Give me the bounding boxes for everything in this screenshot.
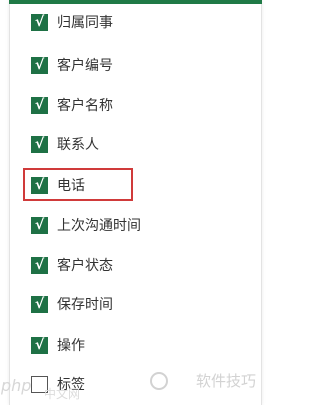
menu-item-label: 操作 <box>57 338 85 354</box>
menu-item-last-contact-time[interactable]: √ 上次沟通时间 <box>31 215 141 235</box>
menu-item-label: 上次沟通时间 <box>57 218 141 234</box>
menu-item-label: 客户状态 <box>57 258 113 274</box>
checkbox-checked-icon[interactable]: √ <box>31 336 48 354</box>
watermark-php-logo: php <box>1 376 32 395</box>
menu-item-owner[interactable]: √ 归属同事 <box>31 12 113 32</box>
checkbox-checked-icon[interactable]: √ <box>31 13 48 31</box>
menu-item-customer-status[interactable]: √ 客户状态 <box>31 255 113 275</box>
menu-item-label: 客户名称 <box>57 98 113 114</box>
menu-item-label: 保存时间 <box>57 297 113 313</box>
watermark-brand-text: 软件技巧 <box>196 372 257 390</box>
menu-top-accent-bar <box>9 0 262 4</box>
checkbox-checked-icon[interactable]: √ <box>31 295 48 313</box>
checkbox-checked-icon[interactable]: √ <box>31 135 48 153</box>
checkbox-checked-icon[interactable]: √ <box>31 256 48 274</box>
menu-item-label: 客户编号 <box>57 58 113 74</box>
column-picker-screenshot: √ 归属同事 √ 客户编号 √ 客户名称 √ 联系人 √ 电话 √ 上次沟通时间… <box>0 0 267 405</box>
highlight-box <box>23 168 133 201</box>
checkbox-checked-icon[interactable]: √ <box>31 216 48 234</box>
menu-item-customer-id[interactable]: √ 客户编号 <box>31 55 113 75</box>
menu-item-label: 联系人 <box>57 137 99 153</box>
menu-item-label: 归属同事 <box>57 15 113 31</box>
watermark-brand: 软件技巧 <box>150 370 256 391</box>
menu-item-contact[interactable]: √ 联系人 <box>31 134 99 154</box>
watermark-logo-icon <box>150 371 168 390</box>
menu-item-save-time[interactable]: √ 保存时间 <box>31 294 113 314</box>
checkbox-checked-icon[interactable]: √ <box>31 56 48 74</box>
menu-item-actions[interactable]: √ 操作 <box>31 335 85 355</box>
checkbox-checked-icon[interactable]: √ <box>31 96 48 114</box>
watermark-cn-text: 中文网 <box>44 387 81 401</box>
menu-item-customer-name[interactable]: √ 客户名称 <box>31 95 113 115</box>
